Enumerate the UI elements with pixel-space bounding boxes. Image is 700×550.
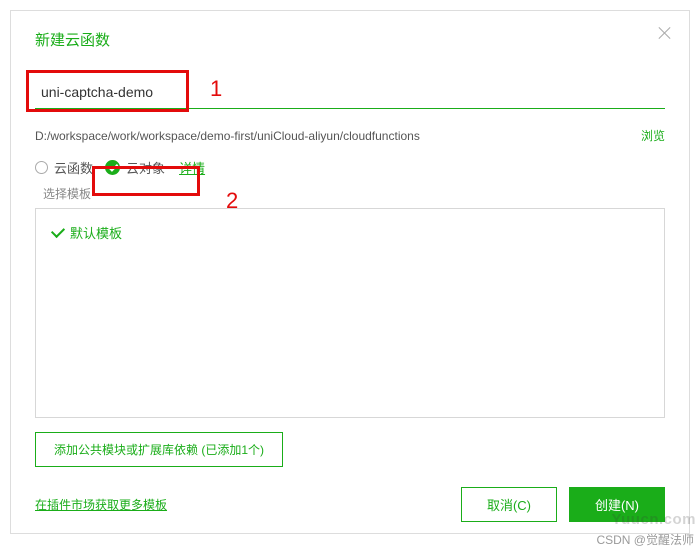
cloud-object-label[interactable]: 云对象 bbox=[126, 158, 165, 177]
add-module-button[interactable]: 添加公共模块或扩展库依赖 (已添加1个) bbox=[35, 432, 283, 467]
more-templates-link[interactable]: 在插件市场获取更多模板 bbox=[35, 496, 167, 513]
template-list: 默认模板 bbox=[35, 208, 665, 418]
template-item-label: 默认模板 bbox=[70, 223, 122, 242]
details-link[interactable]: 详情 bbox=[179, 158, 205, 177]
function-name-row bbox=[35, 78, 665, 109]
browse-link[interactable]: 浏览 bbox=[641, 127, 665, 144]
function-name-input-wrap bbox=[35, 78, 180, 106]
new-cloud-function-dialog: 新建云函数 D:/workspace/work/workspace/demo-f… bbox=[10, 10, 690, 534]
cloud-function-label[interactable]: 云函数 bbox=[54, 158, 93, 177]
dialog-title: 新建云函数 bbox=[35, 29, 665, 50]
button-row: 取消(C) 创建(N) bbox=[461, 487, 665, 522]
create-button[interactable]: 创建(N) bbox=[569, 487, 665, 522]
template-section-label: 选择模板 bbox=[43, 185, 665, 202]
path-row: D:/workspace/work/workspace/demo-first/u… bbox=[35, 127, 665, 144]
path-text: D:/workspace/work/workspace/demo-first/u… bbox=[35, 129, 420, 143]
function-name-input[interactable] bbox=[35, 78, 180, 106]
close-icon[interactable] bbox=[657, 25, 673, 41]
cancel-button[interactable]: 取消(C) bbox=[461, 487, 557, 522]
dialog-footer: 在插件市场获取更多模板 取消(C) 创建(N) bbox=[35, 487, 665, 522]
type-row: 云函数 云对象 详情 bbox=[35, 158, 665, 177]
check-icon bbox=[51, 224, 65, 238]
radio-cloud-function[interactable] bbox=[35, 161, 48, 174]
radio-cloud-object[interactable] bbox=[105, 160, 120, 175]
template-item-default[interactable]: 默认模板 bbox=[54, 223, 646, 242]
